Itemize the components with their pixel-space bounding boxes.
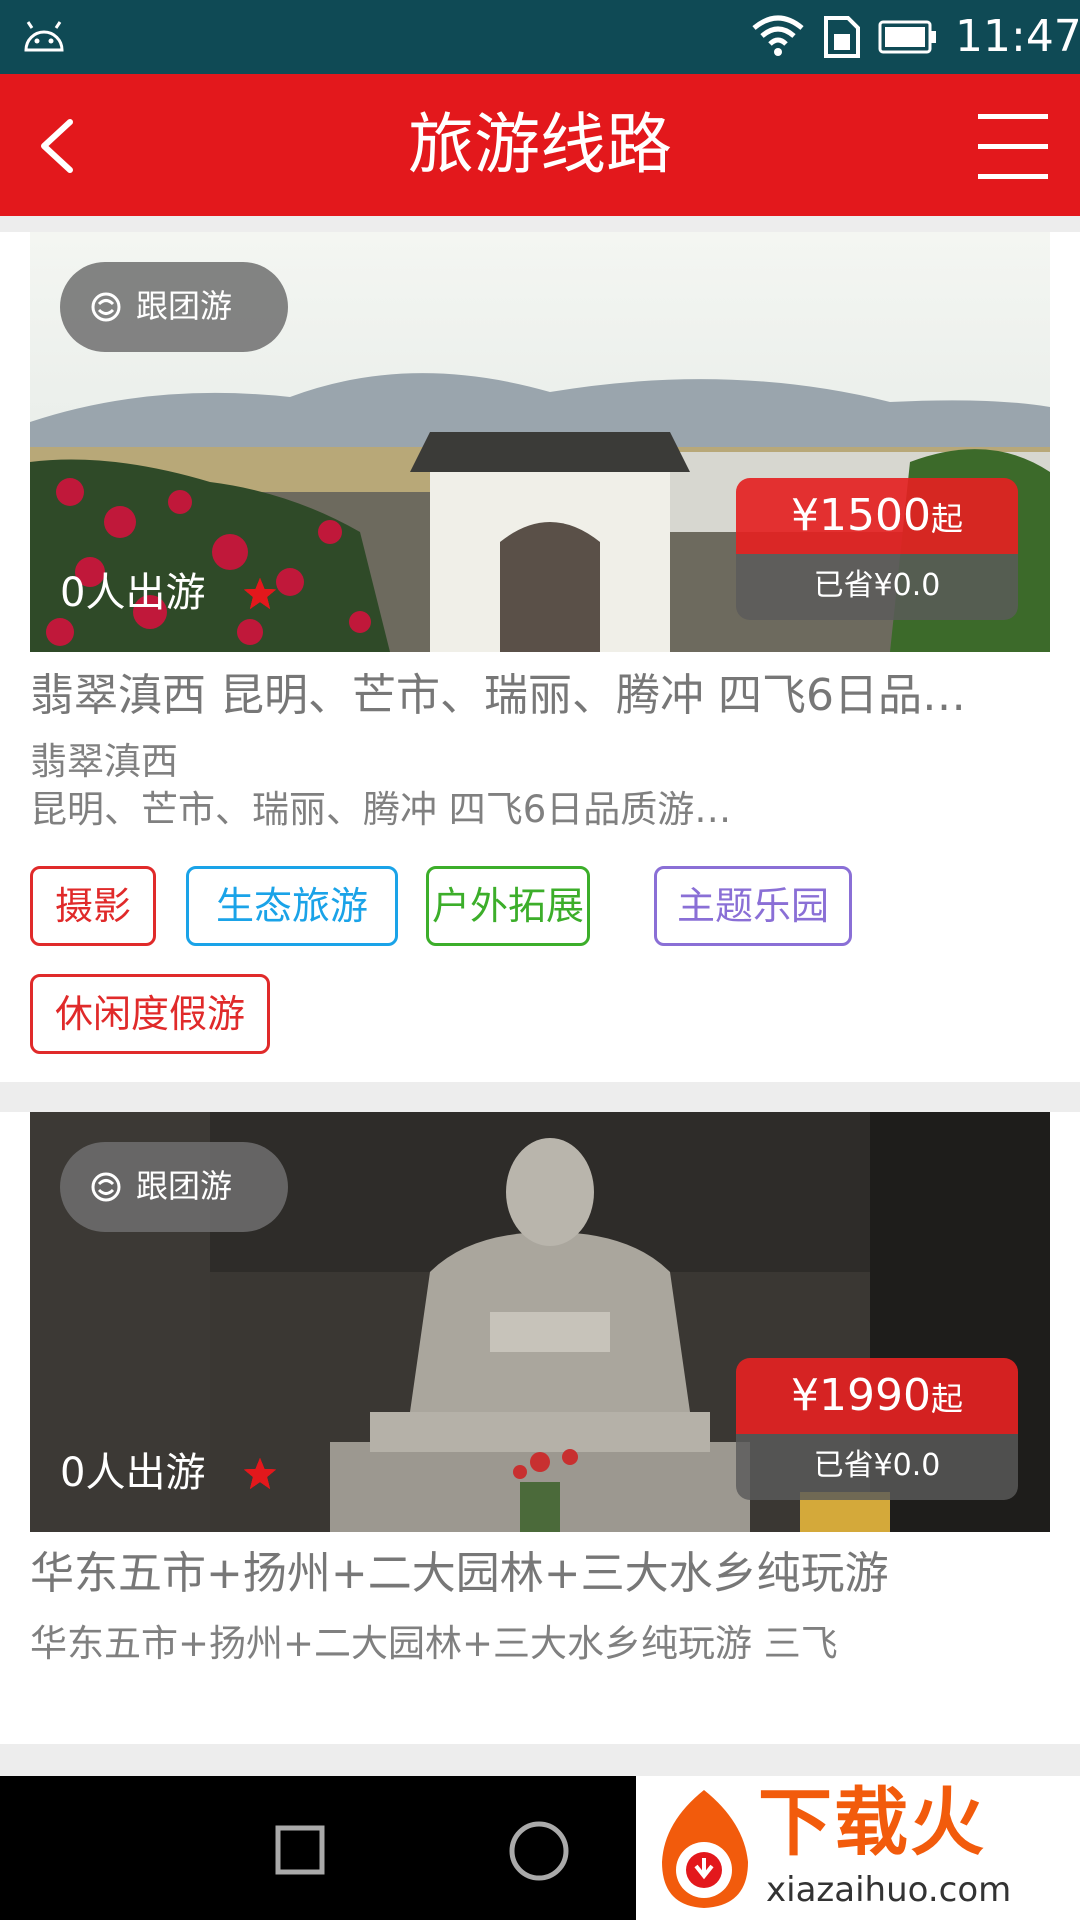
tour-card[interactable]: 跟团游 0人出游 ¥1990起 已省¥0.0 华东五市+扬州+二大园林+三大水乡… [0,1112,1080,1744]
price-suffix: 起 [930,500,963,538]
tour-headline[interactable]: 翡翠滇西 昆明、芒市、瑞丽、腾冲 四飞6日品… [30,666,1050,726]
tour-type-badge: 跟团游 [60,262,288,352]
tour-photo[interactable]: 跟团游 0人出游 ¥1990起 已省¥0.0 [30,1112,1050,1532]
travelers-count: 0人出游 [60,570,206,616]
tag-outdoor[interactable]: 户外拓展 [426,866,590,946]
tour-type-label: 跟团游 [136,1167,233,1205]
page-title: 旅游线路 [408,106,672,183]
tour-type-badge: 跟团游 [60,1142,288,1232]
tag-photography[interactable]: 摄影 [30,866,156,946]
tour-photo[interactable]: 跟团游 0人出游 ¥1500起 已省¥0.0 [30,232,1050,652]
saved-amount: 已省¥0.0 [736,554,1018,620]
watermark: 下载火 xiazaihuo.com [636,1776,1080,1920]
saved-amount: 已省¥0.0 [736,1434,1018,1500]
price-value: ¥1990 [791,1370,931,1421]
menu-icon[interactable] [972,108,1052,184]
star-icon [244,1458,276,1489]
tour-desc-line2: 昆明、芒市、瑞丽、腾冲 四飞6日品质游… [30,788,732,831]
status-time: 11:47 [955,11,1080,62]
system-nav-bar: 下载火 xiazaihuo.com [0,1776,1080,1920]
tag-theme-park[interactable]: 主题乐园 [654,866,852,946]
price-box: ¥1990起 已省¥0.0 [736,1358,1018,1500]
watermark-url: xiazaihuo.com [766,1870,1012,1910]
price: ¥1500起 [736,478,1018,554]
tour-headline[interactable]: 华东五市+扬州+二大园林+三大水乡纯玩游 [30,1544,1050,1604]
tour-desc-line1: 华东五市+扬州+二大园林+三大水乡纯玩游 三飞 [30,1622,838,1665]
tour-group-icon [91,1172,121,1202]
price-box: ¥1500起 已省¥0.0 [736,478,1018,620]
tour-group-icon [91,292,121,322]
watermark-brand: 下载火 [758,1780,986,1866]
brand-logo-icon [662,1790,748,1908]
travelers-count: 0人出游 [60,1450,206,1496]
tour-type-label: 跟团游 [136,287,233,325]
price-suffix: 起 [930,1380,963,1418]
price: ¥1990起 [736,1358,1018,1434]
tag-leisure[interactable]: 休闲度假游 [30,974,270,1054]
star-icon [244,578,276,609]
price-value: ¥1500 [791,490,931,541]
tag-eco-tourism[interactable]: 生态旅游 [186,866,398,946]
wifi-icon [752,15,804,56]
sim-icon [824,16,860,58]
tour-card[interactable]: 跟团游 0人出游 ¥1500起 已省¥0.0 翡翠滇西 昆明、芒市、瑞丽、腾冲 … [0,232,1080,1082]
home-icon[interactable] [508,1820,570,1882]
recent-apps-icon[interactable] [274,1824,326,1876]
android-icon [24,21,64,52]
battery-icon [878,20,936,54]
status-bar: 11:47 [0,0,1080,74]
tour-desc-line1: 翡翠滇西 [30,740,178,783]
app-bar: 旅游线路 [0,74,1080,216]
